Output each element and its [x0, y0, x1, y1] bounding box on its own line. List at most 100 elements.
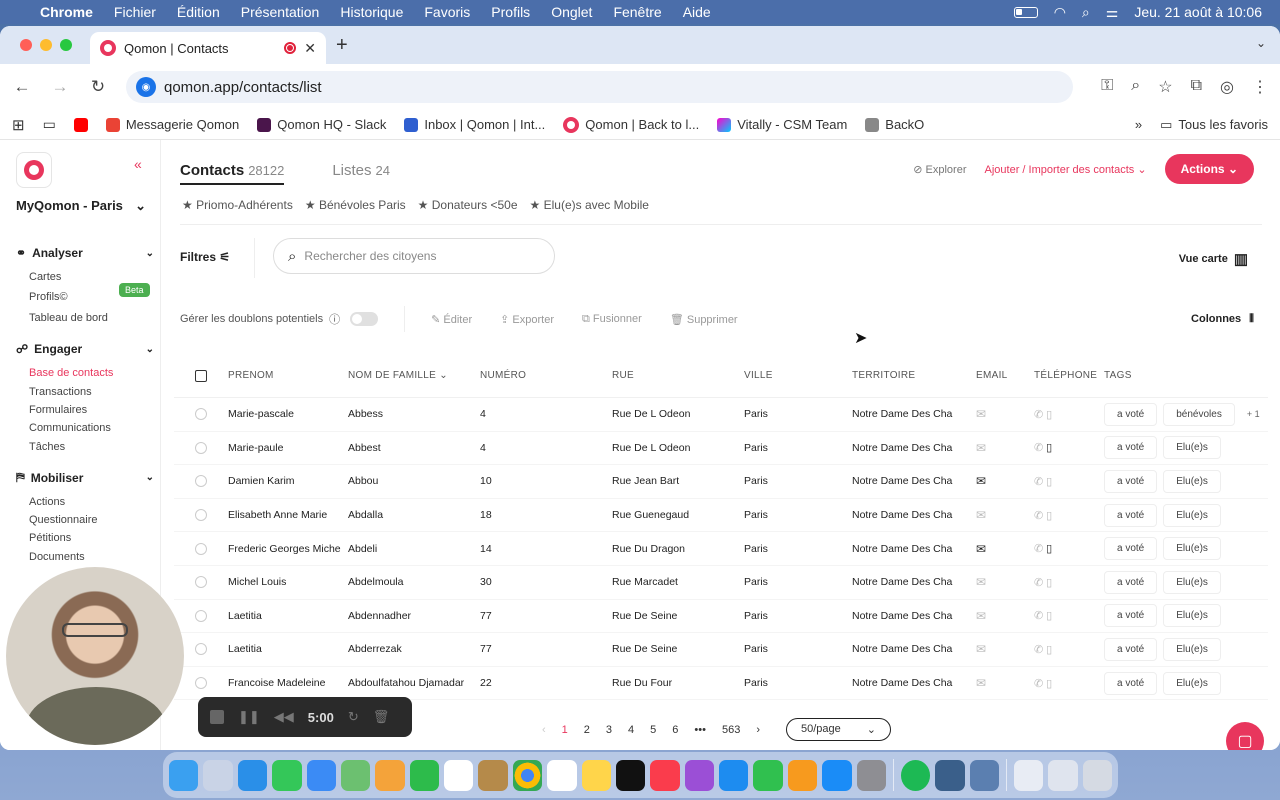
facetime-icon[interactable] [409, 759, 439, 791]
page-2[interactable]: 2 [584, 724, 590, 736]
menu-fichier[interactable]: Fichier [114, 4, 156, 20]
menu-edition[interactable]: Édition [177, 4, 220, 20]
bookmark-messagerie[interactable]: Messagerie Qomon [105, 117, 239, 132]
prev-page-icon[interactable]: ‹ [542, 724, 546, 736]
qomon-logo[interactable] [16, 152, 52, 188]
more-tags[interactable]: + 1 [1247, 409, 1260, 419]
all-bookmarks[interactable]: ▭ Tous les favoris [1160, 117, 1268, 133]
envelope-icon[interactable]: ✉ [976, 642, 986, 656]
tag-chip[interactable]: Elu(e)s [1163, 570, 1221, 594]
delete-button[interactable]: 🗑 Supprimer [670, 313, 738, 326]
stop-recording-icon[interactable] [210, 710, 224, 724]
chrome-menu-icon[interactable]: ⋮ [1252, 77, 1268, 97]
page-4[interactable]: 4 [628, 724, 634, 736]
notes-brown-icon[interactable] [478, 759, 508, 791]
phone-icon[interactable]: ✆ [1034, 476, 1043, 488]
mobile-icon[interactable]: ▯ [1046, 678, 1052, 690]
tag-chip[interactable]: a voté [1104, 469, 1158, 493]
collapse-sidebar-icon[interactable]: « [134, 156, 142, 172]
tag-chip[interactable]: a voté [1104, 570, 1158, 594]
per-page-select[interactable]: 50/page ⌄ [786, 718, 891, 741]
tag-chip[interactable]: Elu(e)s [1163, 604, 1221, 628]
tag-chip[interactable]: Elu(e)s [1163, 637, 1221, 661]
tag-chip[interactable]: a voté [1104, 402, 1158, 426]
tag-chip[interactable]: Elu(e)s [1163, 671, 1221, 695]
phone-icon[interactable]: ✆ [1034, 610, 1043, 622]
phone-icon[interactable]: ✆ [1034, 644, 1043, 656]
wifi-icon[interactable]: ◠ [1054, 4, 1066, 21]
col-header-territoire[interactable]: TERRITOIRE [852, 370, 976, 381]
tag-chip[interactable]: a voté [1104, 637, 1158, 661]
envelope-icon[interactable]: ✉ [976, 441, 986, 455]
bookmark-slack[interactable]: Qomon HQ - Slack [257, 117, 386, 132]
apps-grid-icon[interactable]: ⊞ [12, 116, 25, 134]
sidebar-item-communications[interactable]: Communications [29, 422, 111, 434]
preview-icon[interactable] [969, 759, 999, 791]
mobile-icon[interactable]: ▯ [1046, 510, 1052, 522]
envelope-icon[interactable]: ✉ [976, 609, 986, 623]
col-header-numero[interactable]: NUMÉRO [480, 370, 612, 381]
actions-button[interactable]: Actions ⌄ [1164, 154, 1254, 184]
page-3[interactable]: 3 [606, 724, 612, 736]
phone-icon[interactable]: ✆ [1034, 409, 1043, 421]
sidebar-item-formulaires[interactable]: Formulaires [29, 404, 87, 416]
mobile-icon[interactable]: ▯ [1046, 644, 1052, 656]
col-header-ville[interactable]: VILLE [744, 370, 852, 381]
site-info-icon[interactable]: ◉ [136, 77, 156, 97]
columns-button[interactable]: Colonnes ⦀ [1191, 313, 1254, 326]
more-bookmarks-icon[interactable]: » [1135, 117, 1142, 132]
quicktime-icon[interactable] [935, 759, 965, 791]
tag-chip[interactable]: a voté [1104, 503, 1158, 527]
phone-icon[interactable]: ✆ [1034, 678, 1043, 690]
search-input[interactable]: ⌕ Rechercher des citoyens [273, 238, 555, 274]
bookmark-backo[interactable]: BackO [865, 117, 924, 132]
zoom-icon[interactable]: ⌕ [1131, 77, 1140, 97]
envelope-icon[interactable]: ✉ [976, 407, 986, 421]
mobile-icon[interactable]: ▯ [1046, 442, 1052, 454]
merge-button[interactable]: ⧉ Fusionner [582, 313, 642, 326]
sidebar-item-cartes[interactable]: Cartes [29, 271, 61, 283]
mobile-icon[interactable]: ▯ [1046, 577, 1052, 589]
page-5[interactable]: 5 [650, 724, 656, 736]
tag-chip[interactable]: Elu(e)s [1163, 469, 1221, 493]
profile-icon[interactable]: ◎ [1220, 77, 1234, 97]
menu-presentation[interactable]: Présentation [241, 4, 320, 20]
saved-filter-chip[interactable]: ★ Donateurs <50e [418, 198, 518, 212]
section-engager[interactable]: ☍ Engager ⌄ [16, 342, 154, 356]
col-header-nom[interactable]: NOM DE FAMILLE ⌄ [348, 370, 480, 381]
sidebar-item-taches[interactable]: Tâches [29, 441, 65, 453]
envelope-icon[interactable]: ✉ [976, 542, 986, 556]
phone-icon[interactable]: ✆ [1034, 442, 1043, 454]
tag-chip[interactable]: Elu(e)s [1163, 436, 1221, 460]
col-header-tags[interactable]: TAGS [1104, 370, 1268, 381]
menu-app-name[interactable]: Chrome [40, 4, 93, 20]
row-checkbox[interactable] [174, 542, 228, 555]
bookmark-vitally[interactable]: Vitally - CSM Team [717, 117, 847, 132]
back-icon[interactable]: ← [12, 77, 32, 97]
spotlight-search-icon[interactable]: ⌕ [1082, 4, 1090, 21]
phone-icon[interactable]: ✆ [1034, 543, 1043, 555]
sidebar-item-documents[interactable]: Documents [29, 551, 85, 563]
phone-icon[interactable]: ✆ [1034, 577, 1043, 589]
mobile-icon[interactable]: ▯ [1046, 409, 1052, 421]
tag-chip[interactable]: a voté [1104, 537, 1158, 561]
restart-icon[interactable]: ↻ [348, 709, 359, 725]
folder-icon[interactable]: ▭ [43, 116, 56, 133]
menu-aide[interactable]: Aide [683, 4, 711, 20]
reminders-icon[interactable] [547, 759, 577, 791]
table-row[interactable]: Marie-paule Abbest 4 Rue De L Odeon Paris Not… [174, 432, 1268, 466]
map-view-button[interactable]: Vue carte ▥ [1179, 250, 1248, 268]
reload-icon[interactable]: ↻ [88, 77, 108, 97]
photos-icon[interactable] [375, 759, 405, 791]
table-row[interactable]: Marie-pascale Abbess 4 Rue De L Odeon Paris N… [174, 398, 1268, 432]
row-checkbox[interactable] [174, 408, 228, 421]
sidebar-item-tableau-de-bord[interactable]: Tableau de bord [29, 312, 108, 324]
envelope-icon[interactable]: ✉ [976, 676, 986, 690]
messages-icon[interactable] [272, 759, 302, 791]
tab-contacts[interactable]: Contacts 28122 [180, 162, 285, 185]
section-mobiliser[interactable]: ⛿ Mobiliser ⌄ [16, 470, 154, 485]
page-last[interactable]: 563 [722, 724, 740, 736]
finder-icon[interactable] [169, 759, 199, 791]
table-row[interactable]: Frederic Georges Miche Abdeli 14 Rue Du Dra… [174, 532, 1268, 566]
trash-bin-icon[interactable] [1082, 759, 1113, 791]
